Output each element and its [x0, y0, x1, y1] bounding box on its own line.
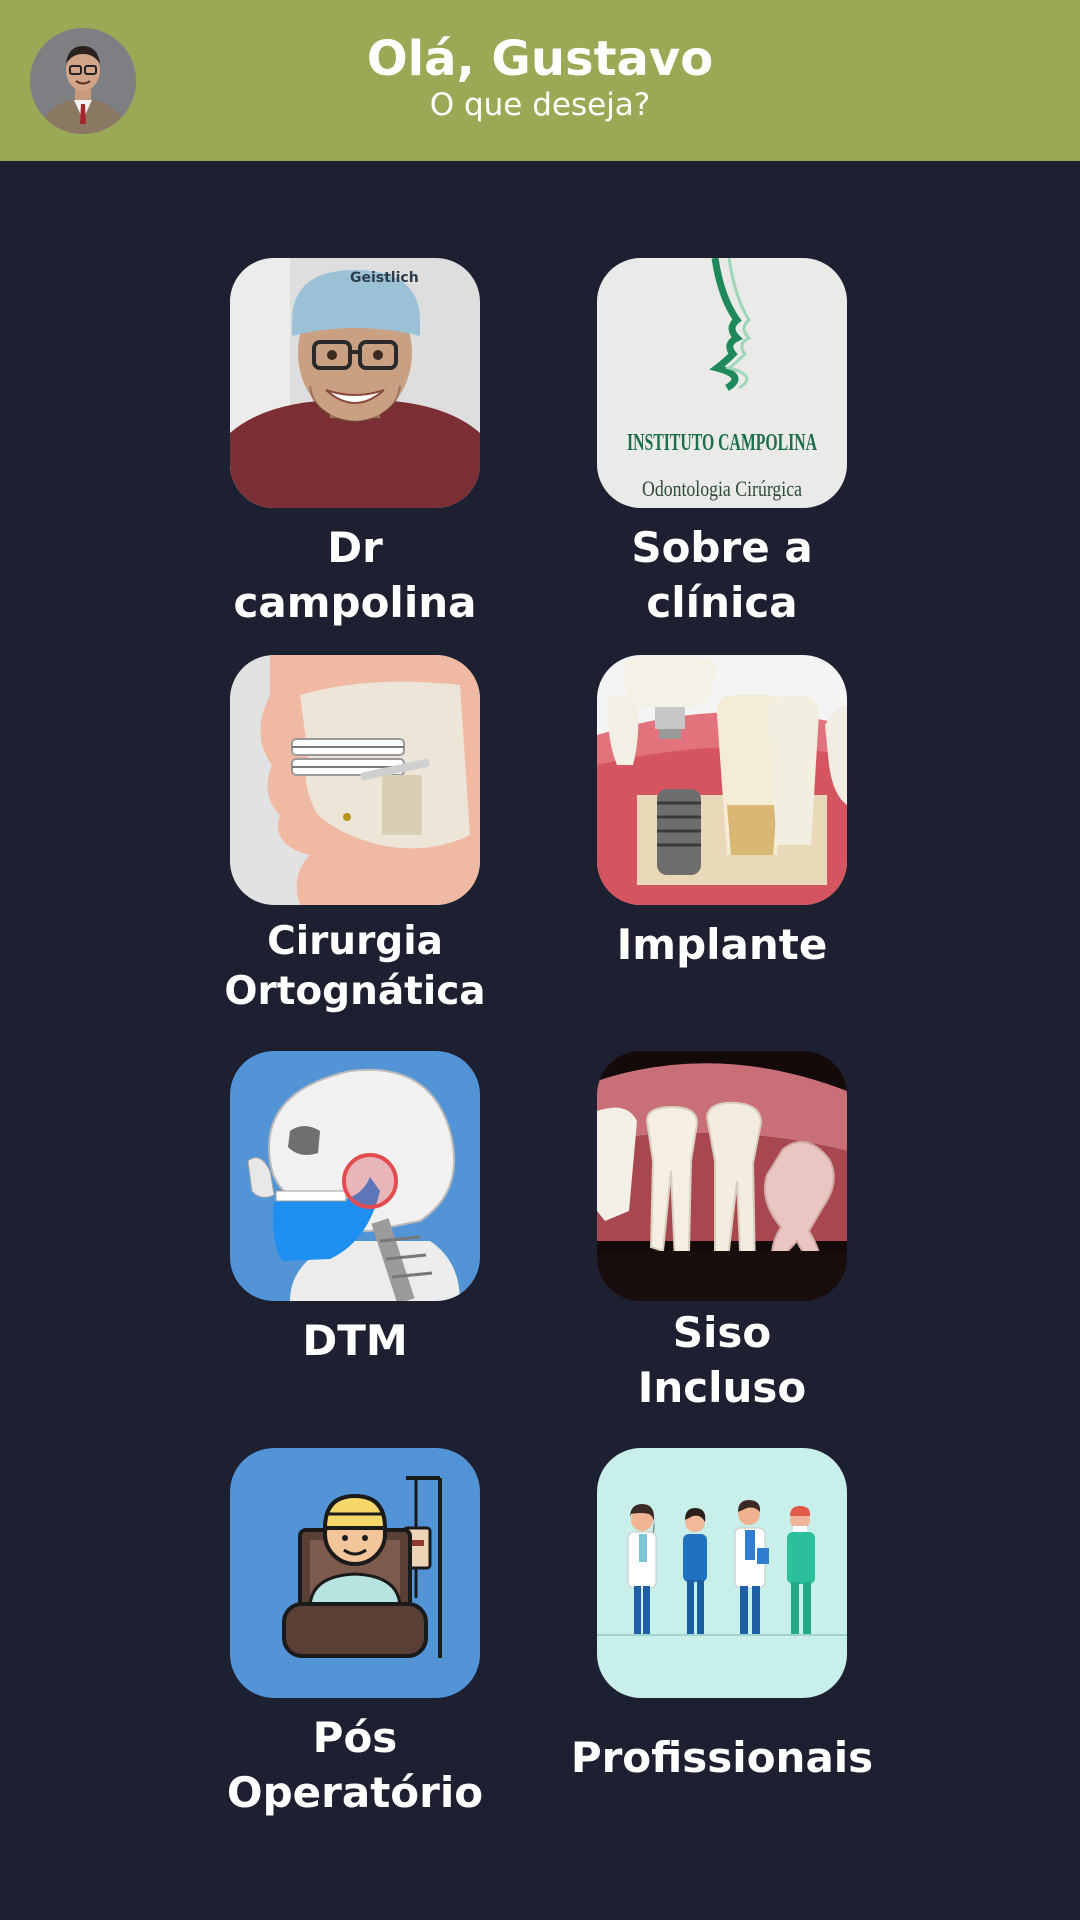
menu-item-sobre-clinica[interactable]: INSTITUTO CAMPOLINA Odontologia Cirúrgic… — [597, 258, 847, 627]
menu-item-label: Cirurgia Ortognática — [170, 917, 540, 1017]
menu-item-profissionais[interactable]: Profissionais — [571, 1448, 873, 1782]
doctor-photo-icon: Geistlich — [230, 258, 480, 508]
greeting-title: Olá, Gustavo — [366, 31, 714, 87]
menu-label-line: Implante — [616, 920, 828, 969]
menu-label-line: Siso — [672, 1308, 772, 1357]
menu-item-implante[interactable]: Implante — [597, 655, 847, 969]
menu-item-label: Sobre a clínica — [537, 520, 907, 630]
menu-item-dr-campolina[interactable]: Geistlich Dr campolina — [230, 258, 480, 627]
professionals-team-illustration-icon — [597, 1448, 847, 1698]
menu-label-line: Ortognática — [224, 969, 486, 1014]
tmj-skull-illustration-icon — [230, 1051, 480, 1301]
menu-item-label: Dr campolina — [170, 520, 540, 630]
menu-item-label: Implante — [537, 917, 907, 972]
dental-implant-illustration-icon — [597, 655, 847, 905]
menu-label-line: Dr — [327, 523, 383, 572]
menu-item-label: Siso Incluso — [537, 1305, 907, 1415]
post-op-patient-illustration-icon — [230, 1448, 480, 1698]
jaw-surgery-illustration-icon — [230, 655, 480, 905]
app-header: Olá, Gustavo O que deseja? — [0, 0, 1080, 161]
menu-label-line: Profissionais — [570, 1733, 874, 1782]
menu-label-line: campolina — [233, 578, 477, 627]
menu-item-dtm[interactable]: DTM — [230, 1051, 480, 1365]
menu-item-cirurgia-ortognatica[interactable]: Cirurgia Ortognática — [224, 655, 486, 1014]
clinic-sign-text: INSTITUTO CAMPOLINA — [627, 430, 817, 456]
menu-label-line: Cirurgia — [267, 919, 443, 964]
clinic-sign-subtext: Odontologia Cirúrgica — [642, 476, 802, 501]
menu-label-line: clínica — [646, 578, 798, 627]
menu-label-line: Sobre a — [631, 523, 813, 572]
menu-label-line: Operatório — [226, 1768, 484, 1817]
svg-text:Geistlich: Geistlich — [350, 270, 419, 286]
menu-label-line: Pós — [312, 1713, 398, 1762]
clinic-sign-photo-icon: INSTITUTO CAMPOLINA Odontologia Cirúrgic… — [597, 258, 847, 508]
menu-item-label: Profissionais — [537, 1730, 907, 1785]
wisdom-tooth-illustration-icon — [597, 1051, 847, 1301]
greeting-subtitle: O que deseja? — [429, 87, 651, 123]
menu-label-line: DTM — [302, 1316, 408, 1365]
menu-item-label: Pós Operatório — [170, 1710, 540, 1820]
menu-label-line: Incluso — [637, 1363, 807, 1412]
menu-item-pos-operatorio[interactable]: Pós Operatório — [227, 1448, 483, 1817]
menu-item-label: DTM — [170, 1313, 540, 1368]
menu-item-siso-incluso[interactable]: Siso Incluso — [597, 1051, 847, 1412]
